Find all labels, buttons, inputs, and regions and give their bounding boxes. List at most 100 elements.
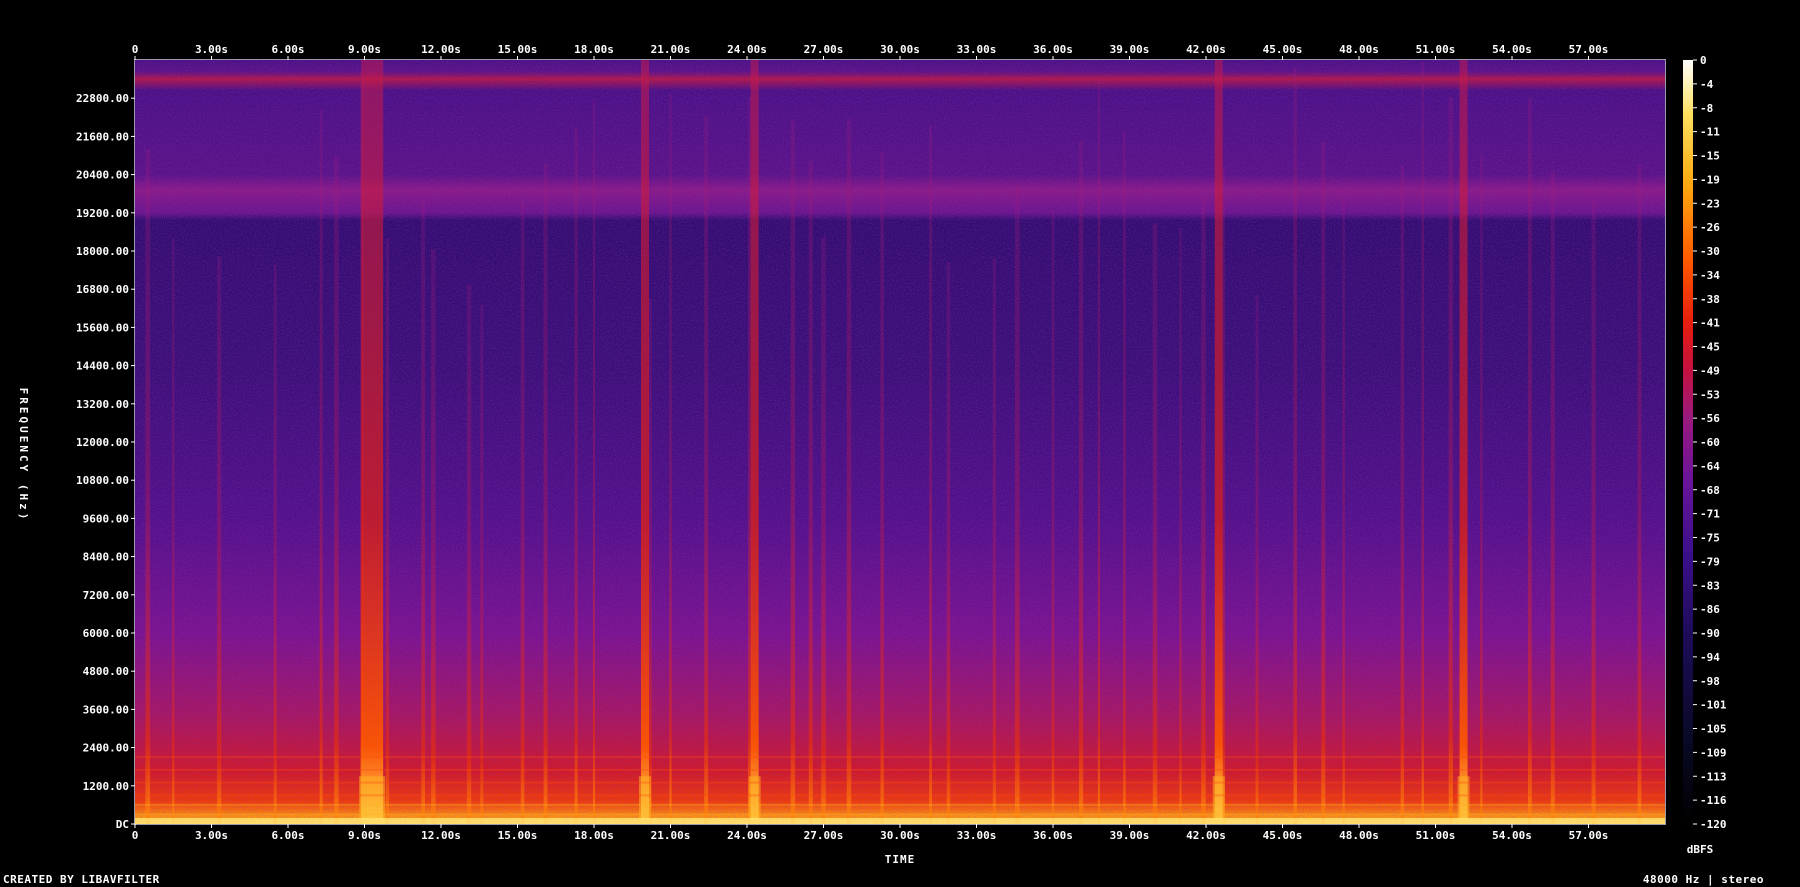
- spectral-event: [273, 265, 277, 824]
- x-tick-top-label: 0: [132, 43, 139, 56]
- spectral-event: [1637, 164, 1642, 824]
- y-tick-label: 18000.00: [76, 245, 129, 258]
- colorbar-tick-label: -45: [1700, 341, 1720, 354]
- x-tick-bottom-label: 33.00s: [957, 829, 997, 842]
- colorbar-tick-label: -105: [1700, 723, 1727, 736]
- y-tick-label: 2400.00: [83, 742, 129, 755]
- colorbar-tick-label: -49: [1700, 364, 1720, 377]
- x-tick-bottom-label: 30.00s: [880, 829, 920, 842]
- spectral-event: [319, 110, 323, 824]
- spectral-event: [480, 304, 484, 824]
- spectral-event: [992, 258, 996, 824]
- strong-spectral-event: [750, 60, 759, 824]
- x-tick-top-label: 3.00s: [195, 43, 228, 56]
- y-tick-label: 9600.00: [83, 512, 129, 525]
- colorbar-tick-label: -53: [1700, 388, 1720, 401]
- x-tick-top-label: 33.00s: [957, 43, 997, 56]
- spectral-event: [1480, 153, 1483, 824]
- x-tick-top-label: 45.00s: [1263, 43, 1303, 56]
- spectral-event: [385, 238, 390, 824]
- x-axis-bottom: 0 3.00s 6.00s 9.00s 12.00s 15.00s 18.00s 21.00s…: [132, 824, 1608, 842]
- y-tick-label: 8400.00: [83, 551, 129, 564]
- spectral-event: [1123, 131, 1126, 824]
- spectral-event: [466, 284, 472, 824]
- spectral-event: [704, 115, 709, 824]
- colorbar-tick-label: -4: [1700, 78, 1714, 91]
- x-tick-top-label: 9.00s: [348, 43, 381, 56]
- y-tick-label: 20400.00: [76, 169, 129, 182]
- harmonic-band: [135, 756, 1665, 759]
- spectral-event: [790, 119, 796, 824]
- spectral-event: [217, 256, 222, 824]
- x-tick-bottom-label: 12.00s: [421, 829, 461, 842]
- spectral-event: [1014, 185, 1020, 824]
- spectral-event: [1342, 194, 1345, 824]
- colorbar-tick-label: -109: [1700, 746, 1727, 759]
- harmonic-band: [135, 781, 1665, 784]
- x-tick-bottom-label: 3.00s: [195, 829, 228, 842]
- y-tick-label: 14400.00: [76, 360, 129, 373]
- colorbar-tick-label: -15: [1700, 150, 1720, 163]
- y-axis: DC 1200.00 2400.00 3600.00 4800.00 6000.00 720…: [76, 92, 135, 831]
- colorbar-tick-label: -101: [1700, 699, 1727, 712]
- x-tick-top-label: 21.00s: [651, 43, 691, 56]
- x-tick-bottom-label: 39.00s: [1110, 829, 1150, 842]
- colorbar-tick-label: -71: [1700, 508, 1720, 521]
- spectral-event: [1152, 223, 1158, 824]
- x-tick-bottom-label: 36.00s: [1033, 829, 1073, 842]
- spectral-event: [172, 238, 175, 824]
- spectral-event: [1201, 197, 1206, 824]
- x-tick-bottom-label: 42.00s: [1186, 829, 1226, 842]
- y-tick-label: 15600.00: [76, 321, 129, 334]
- colorbar-tick-label: -60: [1700, 436, 1720, 449]
- spectral-event: [1222, 167, 1225, 824]
- strong-spectral-event: [1459, 60, 1468, 824]
- x-tick-top-label: 51.00s: [1416, 43, 1456, 56]
- spectral-event: [543, 163, 548, 824]
- x-tick-top-label: 27.00s: [804, 43, 844, 56]
- x-tick-top-label: 18.00s: [574, 43, 614, 56]
- colorbar-tick-label: -83: [1700, 579, 1720, 592]
- colorbar-tick-label: -41: [1700, 317, 1720, 330]
- y-tick-label: 3600.00: [83, 703, 129, 716]
- spectral-event: [1550, 170, 1555, 824]
- spectral-event: [747, 97, 752, 824]
- spectral-event: [669, 94, 672, 824]
- colorbar-tick-label: -79: [1700, 555, 1720, 568]
- spectral-event: [1293, 67, 1297, 824]
- x-tick-bottom-label: 0: [132, 829, 139, 842]
- x-tick-top-label: 42.00s: [1186, 43, 1226, 56]
- harmonic-band: [135, 803, 1665, 806]
- plot-area: [135, 60, 1665, 824]
- colorbar-tick-label: -19: [1700, 173, 1720, 186]
- strong-spectral-event: [1214, 60, 1223, 824]
- colorbar-tick-label: -113: [1700, 770, 1727, 783]
- y-tick-label: 12000.00: [76, 436, 129, 449]
- spectral-event: [1321, 141, 1326, 824]
- colorbar-tick-label: -94: [1700, 651, 1720, 664]
- colorbar-tick-label: -23: [1700, 197, 1720, 210]
- y-tick-label: 4800.00: [83, 665, 129, 678]
- spectral-event: [846, 119, 852, 824]
- spectral-event: [1255, 294, 1259, 824]
- y-tick-label: 13200.00: [76, 398, 129, 411]
- harmonic-band: [135, 813, 1665, 816]
- y-tick-label: 10800.00: [76, 474, 129, 487]
- colorbar-tick-label: -75: [1700, 532, 1720, 545]
- colorbar-tick-label: -86: [1700, 603, 1720, 616]
- x-tick-top-label: 24.00s: [727, 43, 767, 56]
- spectral-event: [1448, 96, 1453, 824]
- x-tick-top-label: 36.00s: [1033, 43, 1073, 56]
- x-tick-bottom-label: 15.00s: [498, 829, 538, 842]
- harmonic-band: [135, 768, 1665, 771]
- colorbar-label: dBFS: [1687, 843, 1714, 856]
- spectral-event: [431, 249, 436, 824]
- x-tick-bottom-label: 45.00s: [1263, 829, 1303, 842]
- spectral-event: [1421, 62, 1424, 824]
- x-tick-top-label: 48.00s: [1339, 43, 1379, 56]
- spectral-event: [1051, 210, 1055, 824]
- colorbar-tick-label: -8: [1700, 102, 1713, 115]
- spectral-event: [1179, 227, 1182, 824]
- x-tick-top-label: 57.00s: [1569, 43, 1609, 56]
- spectral-event: [880, 151, 884, 824]
